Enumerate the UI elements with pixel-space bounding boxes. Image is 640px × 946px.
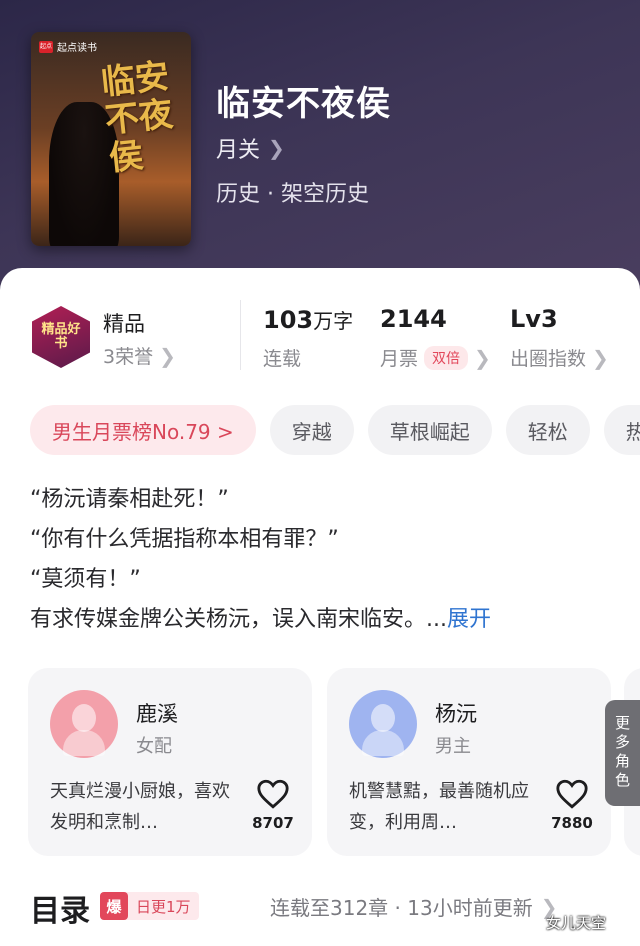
tag-chip[interactable]: 穿越 (269, 405, 354, 455)
level-label: 出圈指数 (510, 348, 587, 370)
cover-brand: 起点 起点读书 (39, 39, 97, 54)
description-line: “杨沅请秦相赴死！” (30, 487, 229, 512)
toc-title[interactable]: 目录 (30, 886, 90, 930)
role-card[interactable]: 杨沅 男主 机警慧黠，最善随机应变，利用周… 7880 (327, 668, 611, 856)
tag-chip[interactable]: 轻松 (505, 405, 590, 455)
role-name: 鹿溪 (136, 702, 178, 726)
monthly-votes-label: 月票 (380, 348, 419, 370)
toc-status-text: 连载至312章 · 13小时前更新 (270, 896, 533, 920)
author-name: 月关 (216, 138, 261, 163)
description-text: 有求传媒金牌公关杨沅，误入南宋临安。... (30, 607, 447, 632)
avatar-body (63, 730, 105, 756)
avatar-body (362, 730, 404, 756)
book-title: 临安不夜侯 (216, 84, 391, 124)
serial-status: 连载 (263, 348, 302, 370)
role-name: 杨沅 (435, 702, 477, 726)
cover-logo-icon: 起点 (39, 40, 53, 53)
avatar (50, 690, 118, 758)
like-count: 8707 (252, 814, 294, 832)
chevron-right-icon: ❯ (159, 343, 176, 368)
chevron-right-icon: ❯ (268, 136, 285, 160)
word-count-value: 103 (263, 306, 314, 334)
quality-label: 精品 (103, 312, 145, 336)
monthly-votes-value: 2144 (380, 305, 447, 333)
description-line: “莫须有！” (30, 567, 141, 592)
toc-status-link[interactable]: 连载至312章 · 13小时前更新 ❯ (270, 892, 557, 921)
level-link[interactable]: 出圈指数 ❯ (510, 344, 609, 371)
honors-count: 3荣誉 (103, 346, 154, 368)
daily-update-badge: 爆 日更1万 (100, 892, 199, 920)
avatar-head (72, 704, 96, 732)
cover-title: 临安不夜侯 (99, 56, 175, 179)
role-card[interactable]: 鹿溪 女配 天真烂漫小厨娘，喜欢发明和烹制… 8707 (28, 668, 312, 856)
daily-update-text: 日更1万 (136, 897, 191, 916)
heart-icon[interactable] (555, 778, 589, 810)
more-roles-button[interactable]: 更多角色 (605, 700, 640, 806)
book-genre: 历史 · 架空历史 (216, 182, 369, 207)
double-votes-badge: 双倍 (424, 345, 469, 370)
description-line: “你有什么凭据指称本相有罪？” (30, 527, 339, 552)
avatar (349, 690, 417, 758)
description-line: 有求传媒金牌公关杨沅，误入南宋临安。...展开 (30, 600, 620, 640)
role-description: 机警慧黠，最善随机应变，利用周… (349, 781, 529, 833)
rank-tag[interactable]: 男生月票榜No.79 > (30, 405, 256, 455)
cover-brand-text: 起点读书 (57, 43, 97, 54)
tag-chip[interactable]: 热 (603, 405, 640, 455)
like-count: 7880 (551, 814, 593, 832)
heart-icon[interactable] (256, 778, 290, 810)
role-description: 天真烂漫小厨娘，喜欢发明和烹制… (50, 781, 230, 833)
chevron-right-icon: ❯ (592, 345, 609, 370)
book-description: “杨沅请秦相赴死！” “你有什么凭据指称本相有罪？” “莫须有！” 有求传媒金牌… (30, 480, 620, 640)
watermark: 女儿天空 (546, 914, 607, 932)
quality-badge-text: 精品好书 (41, 322, 81, 351)
chevron-right-icon: ❯ (474, 345, 491, 370)
word-count-unit: 万字 (313, 309, 354, 333)
hot-icon: 爆 (100, 892, 128, 920)
author-link[interactable]: 月关 ❯ (216, 132, 285, 164)
level-value: Lv3 (510, 305, 558, 333)
expand-link[interactable]: 展开 (447, 607, 491, 632)
role-type: 女配 (136, 736, 172, 757)
role-type: 男主 (435, 736, 471, 757)
more-roles-label: 更多角色 (614, 714, 630, 789)
tag-chip[interactable]: 草根崛起 (367, 405, 492, 455)
tag-list: 男生月票榜No.79 > 穿越 草根崛起 轻松 热 (30, 405, 640, 455)
divider (240, 300, 241, 370)
avatar-head (371, 704, 395, 732)
monthly-votes-link[interactable]: 月票 双倍 ❯ (380, 344, 491, 371)
word-count: 103万字 (263, 305, 353, 334)
book-cover[interactable]: 起点 起点读书 临安不夜侯 (31, 32, 191, 246)
honors-link[interactable]: 3荣誉 ❯ (103, 342, 176, 369)
